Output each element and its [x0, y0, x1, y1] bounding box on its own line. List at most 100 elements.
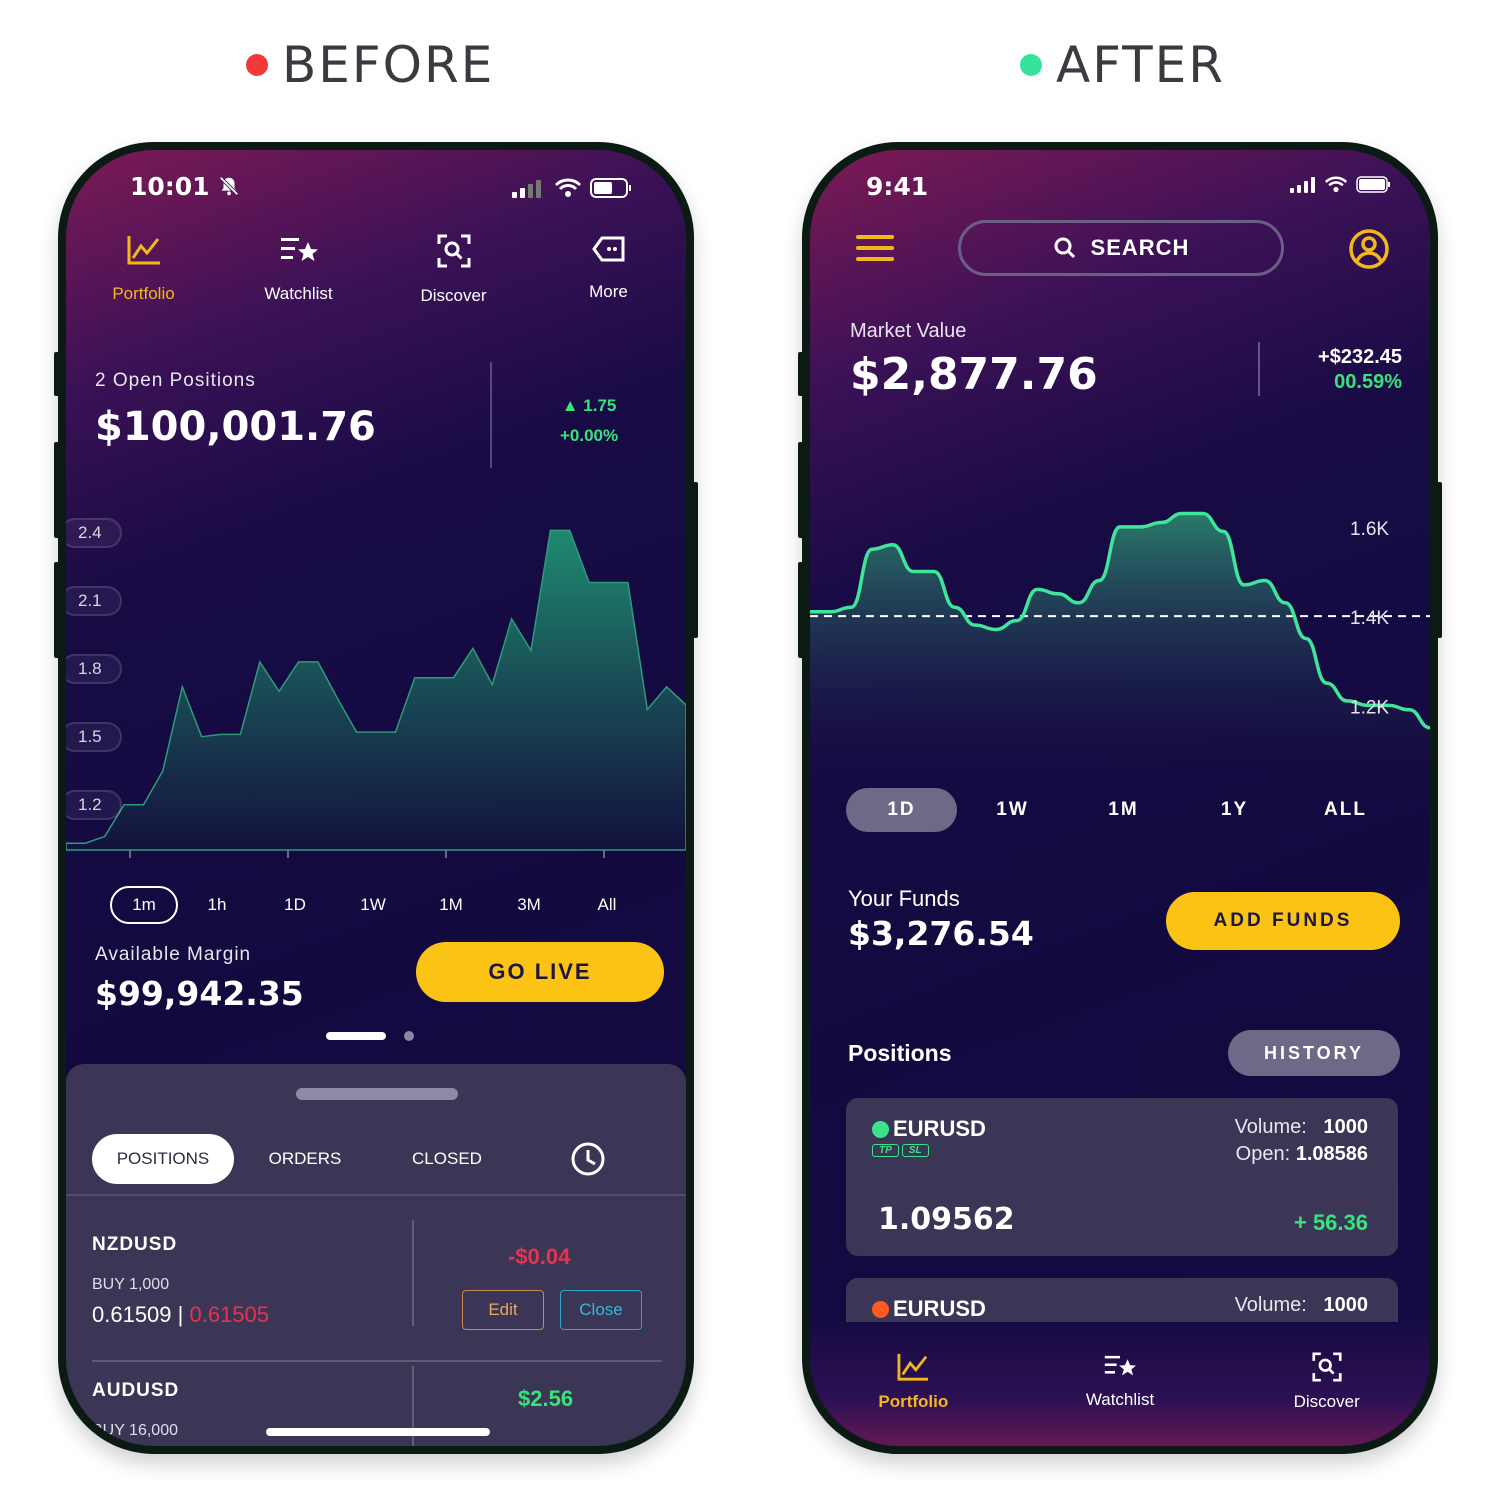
period-1m[interactable]: 1M: [1068, 788, 1179, 832]
range-1d[interactable]: 1D: [256, 895, 334, 915]
status-dot-icon: [872, 1300, 889, 1318]
divider: [66, 1194, 686, 1196]
side-button: [54, 442, 60, 538]
position-row[interactable]: NZDUSD BUY 1,000 0.61509 | 0.61505 -$0.0…: [92, 1220, 660, 1354]
before-price-chart: [66, 529, 686, 858]
divider: [412, 1220, 414, 1326]
funds-label: Your Funds: [848, 886, 960, 911]
range-1h[interactable]: 1h: [178, 895, 256, 915]
side-button: [798, 352, 804, 396]
card-pl: + 56.36: [1293, 1210, 1368, 1235]
nav-item-discover[interactable]: Discover: [376, 234, 531, 306]
card-symbol: EURUSD: [872, 1116, 986, 1142]
volume-value: 1000: [1323, 1116, 1369, 1138]
nav-item-watchlist[interactable]: Watchlist: [221, 234, 376, 306]
period-all[interactable]: ALL: [1290, 788, 1401, 832]
range-all[interactable]: All: [568, 895, 646, 915]
range-1m-month[interactable]: 1M: [412, 895, 490, 915]
page-indicator-active: [326, 1032, 386, 1040]
divider: [1258, 342, 1260, 396]
volume-value: 1000: [1323, 1294, 1369, 1316]
status-icons: [512, 178, 632, 198]
period-1w[interactable]: 1W: [957, 788, 1068, 832]
tp-tag: TP: [872, 1144, 899, 1157]
positions-sheet: POSITIONS ORDERS CLOSED NZDUSD BUY 1,000…: [66, 1064, 686, 1446]
portfolio-value: $100,001.76: [95, 404, 376, 450]
edit-button[interactable]: Edit: [462, 1290, 544, 1330]
funds-value: $3,276.54: [848, 914, 1034, 953]
position-row[interactable]: AUDUSD BUY 16,000 $2.56: [92, 1366, 660, 1446]
close-button[interactable]: Close: [560, 1290, 642, 1330]
history-button[interactable]: HISTORY: [1228, 1030, 1400, 1076]
bottom-nav-watchlist[interactable]: Watchlist: [1017, 1322, 1224, 1446]
volume-label: Volume:: [1234, 1294, 1307, 1316]
period-1y[interactable]: 1Y: [1179, 788, 1290, 832]
margin-block: Available Margin $99,942.35: [95, 944, 304, 1013]
side-button: [54, 352, 60, 396]
signal-icon: [512, 180, 541, 198]
tab-positions[interactable]: POSITIONS: [92, 1134, 234, 1184]
period-selector: 1D 1W 1M 1Y ALL: [846, 788, 1401, 832]
bell-muted-icon: [219, 176, 239, 196]
position-card[interactable]: EURUSD TP SL Volume: 1000 Open: 1.08586 …: [846, 1098, 1398, 1256]
top-nav: Portfolio Watchlist Discover More: [66, 234, 686, 306]
page-indicator[interactable]: [404, 1031, 414, 1041]
card-price: 1.09562: [878, 1202, 1015, 1237]
go-live-button[interactable]: GO LIVE: [416, 942, 664, 1002]
battery-icon: [590, 178, 631, 198]
menu-icon[interactable]: [856, 234, 894, 262]
nav-label: Watchlist: [264, 284, 333, 303]
nav-label: Discover: [420, 286, 487, 305]
bottom-nav-discover[interactable]: Discover: [1223, 1322, 1430, 1446]
market-value-block: Market Value $2,877.76: [850, 320, 1098, 400]
card-symbol: EURUSD: [872, 1296, 986, 1322]
tab-orders[interactable]: ORDERS: [234, 1149, 376, 1169]
after-heading-text: AFTER: [1056, 36, 1225, 94]
bottom-nav-label: Discover: [1293, 1392, 1360, 1411]
range-1m[interactable]: 1m: [110, 886, 178, 924]
search-input[interactable]: SEARCH: [958, 220, 1284, 276]
profile-icon[interactable]: [1348, 228, 1390, 270]
sheet-handle[interactable]: [296, 1088, 458, 1100]
y-tick-label: 1.2K: [1350, 697, 1389, 718]
open-positions-label: 2 Open Positions: [95, 370, 256, 391]
comparison-page: BEFORE AFTER 10:01 Portfolio Watchlist D…: [0, 0, 1500, 1500]
status-time: 10:01: [130, 172, 240, 201]
divider: [92, 1360, 662, 1362]
scan-search-icon: [1312, 1352, 1342, 1382]
positions-summary: 2 Open Positions $100,001.76: [95, 370, 376, 450]
margin-label: Available Margin: [95, 944, 252, 965]
nav-label: More: [589, 282, 628, 301]
nav-item-portfolio[interactable]: Portfolio: [66, 234, 221, 306]
status-icons: [1290, 176, 1392, 193]
bottom-nav-portfolio[interactable]: Portfolio: [810, 1322, 1017, 1446]
phone-after: 9:41 SEARCH Market Value $2,877.76 +$232…: [798, 142, 1442, 1454]
side-button: [692, 482, 698, 638]
range-selector: 1m 1h 1D 1W 1M 3M All: [110, 886, 646, 924]
before-heading: BEFORE: [246, 36, 494, 94]
range-3m[interactable]: 3M: [490, 895, 568, 915]
bottom-nav-label: Watchlist: [1085, 1390, 1155, 1409]
triangle-up-icon: ▲: [561, 396, 579, 415]
card-details: Volume: 1000: [1235, 1294, 1368, 1317]
change-amount: ▲ 1.75: [561, 396, 617, 415]
position-pl: $2.56: [518, 1386, 574, 1411]
bottom-nav: Portfolio Watchlist Discover: [810, 1322, 1430, 1446]
range-1w[interactable]: 1W: [334, 895, 412, 915]
after-heading: AFTER: [1020, 36, 1225, 94]
red-dot-icon: [246, 54, 268, 76]
clock-icon[interactable]: [570, 1141, 606, 1177]
add-funds-button[interactable]: ADD FUNDS: [1166, 892, 1400, 950]
green-dot-icon: [1020, 54, 1042, 76]
list-star-icon: [1104, 1355, 1136, 1376]
y-tick-label: 1.8: [66, 653, 122, 684]
chart-icon: [897, 1353, 929, 1381]
summary-change: ▲ 1.75 +0.00%: [560, 396, 618, 446]
tab-closed[interactable]: CLOSED: [376, 1149, 518, 1169]
period-1d[interactable]: 1D: [846, 788, 957, 832]
y-tick-label: 1.6K: [1350, 519, 1389, 540]
nav-item-more[interactable]: More: [531, 234, 686, 306]
sl-tag: SL: [901, 1144, 929, 1157]
bottom-nav-label: Portfolio: [878, 1392, 949, 1411]
side-button: [54, 562, 60, 658]
